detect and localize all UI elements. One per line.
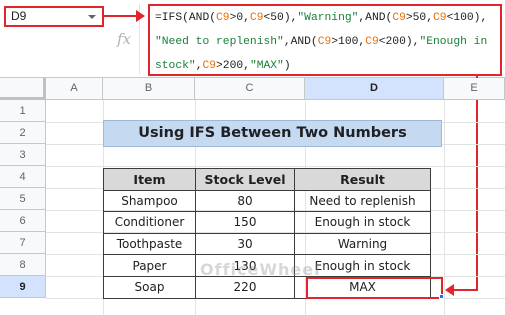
formula-cell-reference: C9 [202,60,217,72]
formula-text: =IFS(AND( [155,12,217,24]
cell-stock-level[interactable]: 150 [195,211,295,234]
fx-icon: fx [117,30,132,48]
cell-item[interactable]: Conditioner [103,211,196,234]
formula-cell-reference: C9 [392,12,406,24]
row-header-1[interactable]: 1 [0,100,46,122]
column-header-d[interactable]: D [305,78,444,100]
formula-string: "MAX" [249,60,284,72]
formula-cell-reference: C9 [317,36,332,48]
annotation-arrow-top [104,10,145,22]
formula-text: >100, [331,36,366,48]
formula-text: <100), [446,12,488,24]
table-header-row: Item Stock Level Result [103,168,431,191]
formula-bar: D9 fx =IFS(AND(C9>0,C9<50),"Warning",AND… [0,0,505,78]
chevron-down-icon[interactable] [88,15,96,19]
row-header-2[interactable]: 2 [0,122,46,144]
gridline [46,166,505,167]
formula-cell-reference: C9 [365,36,379,48]
row-header-3[interactable]: 3 [0,144,46,166]
watermark-logo: OfficeWheel [200,260,321,279]
formula-text: <50), [263,12,298,24]
column-header-e[interactable]: E [444,78,505,100]
formula-input[interactable]: =IFS(AND(C9>0,C9<50),"Warning",AND(C9>50… [148,4,502,76]
cell-result[interactable]: Warning [294,232,431,256]
cell-item[interactable]: Toothpaste [103,232,196,256]
formula-cell-reference: C9 [433,12,447,24]
formula-cell-reference: C9 [216,12,230,24]
column-header-a[interactable]: A [46,78,103,100]
formula-string: "Enough in [419,36,488,48]
cell-item[interactable]: Paper [103,254,196,277]
cell-result[interactable]: Enough in stock [294,211,431,234]
formula-text: >200, [216,60,250,72]
name-box[interactable]: D9 [4,6,104,27]
cell-item[interactable]: Soap [103,275,196,299]
formula-text: <200), [378,36,420,48]
formula-string: "Warning" [297,12,359,24]
formula-text: ) [283,60,291,72]
table-row: Shampoo 80 Need to replenish [103,189,431,213]
formula-text: ,AND( [358,12,393,24]
formula-text: >50, [405,12,433,24]
fill-handle[interactable] [439,294,444,299]
column-header-c[interactable]: C [195,78,305,100]
cell-stock-level[interactable]: 80 [195,189,295,213]
gridline [444,100,445,315]
header-result[interactable]: Result [294,168,431,191]
formula-cell-reference: C9 [249,12,264,24]
formula-string: "Need to replenish" [155,36,284,48]
header-stock-level[interactable]: Stock Level [195,168,295,191]
column-header-b[interactable]: B [103,78,195,100]
cell-result[interactable]: Need to replenish [294,189,431,213]
row-header-7[interactable]: 7 [0,232,46,254]
cell-stock-level[interactable]: 30 [195,232,295,256]
cell-stock-level[interactable]: 220 [195,275,295,299]
active-cell-d9[interactable] [306,277,443,299]
row-header-9[interactable]: 9 [0,276,46,298]
formula-string: stock" [155,60,196,72]
formula-text: >0, [229,12,250,24]
header-item[interactable]: Item [103,168,196,191]
select-all-corner[interactable] [0,78,46,100]
cell-item[interactable]: Shampoo [103,189,196,213]
row-header-5[interactable]: 5 [0,188,46,210]
sheet-title[interactable]: Using IFS Between Two Numbers [103,120,442,147]
table-row: Conditioner 150 Enough in stock [103,211,431,234]
row-header-8[interactable]: 8 [0,254,46,276]
row-header-4[interactable]: 4 [0,166,46,188]
formula-text: ,AND( [283,36,318,48]
row-header-6[interactable]: 6 [0,210,46,232]
table-row: Toothpaste 30 Warning [103,232,431,256]
name-box-value: D9 [11,9,27,23]
